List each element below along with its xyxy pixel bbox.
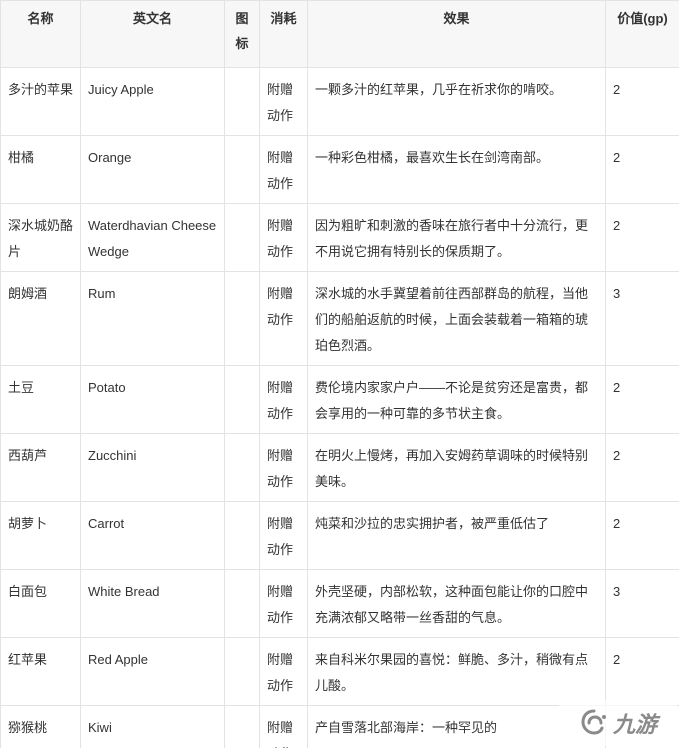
- cell-value: 3: [605, 271, 679, 366]
- site-watermark: 九游: [559, 700, 677, 746]
- table-row: 白面包 White Bread 附赠动作 外壳坚硬，内部松软，这种面包能让你的口…: [0, 569, 679, 638]
- cell-english: Kiwi: [80, 705, 225, 748]
- cell-cost: 附赠动作: [259, 271, 308, 366]
- header-cost: 消耗: [259, 0, 308, 68]
- cell-name: 胡萝卜: [0, 501, 81, 570]
- cell-english: Carrot: [80, 501, 225, 570]
- table-header-row: 名称 英文名 图标 消耗 效果 价值(gp): [0, 0, 679, 68]
- cell-name: 白面包: [0, 569, 81, 638]
- cell-english: Juicy Apple: [80, 67, 225, 136]
- table-row: 红苹果 Red Apple 附赠动作 来自科米尔果园的喜悦：鲜脆、多汁，稍微有点…: [0, 637, 679, 706]
- cell-name: 红苹果: [0, 637, 81, 706]
- cell-cost: 附赠动作: [259, 67, 308, 136]
- cell-value: 2: [605, 203, 679, 272]
- cell-effect: 在明火上慢烤，再加入安姆药草调味的时候特别美味。: [307, 433, 606, 502]
- cell-effect: 炖菜和沙拉的忠实拥护者，被严重低估了: [307, 501, 606, 570]
- cell-cost: 附赠动作: [259, 365, 308, 434]
- cell-name: 深水城奶酪片: [0, 203, 81, 272]
- cell-value: 2: [605, 433, 679, 502]
- cell-name: 猕猴桃: [0, 705, 81, 748]
- cell-cost: 附赠动作: [259, 705, 308, 748]
- cell-effect: 费伦境内家家户户——不论是贫穷还是富贵，都会享用的一种可靠的多节状主食。: [307, 365, 606, 434]
- cell-icon: [224, 135, 260, 204]
- table-row: 土豆 Potato 附赠动作 费伦境内家家户户——不论是贫穷还是富贵，都会享用的…: [0, 365, 679, 434]
- table-row: 西葫芦 Zucchini 附赠动作 在明火上慢烤，再加入安姆药草调味的时候特别美…: [0, 433, 679, 502]
- header-name: 名称: [0, 0, 81, 68]
- cell-cost: 附赠动作: [259, 569, 308, 638]
- table-row: 朗姆酒 Rum 附赠动作 深水城的水手冀望着前往西部群岛的航程，当他们的船舶返航…: [0, 271, 679, 366]
- cell-value: 2: [605, 501, 679, 570]
- item-table: 名称 英文名 图标 消耗 效果 价值(gp) 多汁的苹果 Juicy Apple…: [0, 0, 679, 748]
- table-row: 深水城奶酪片 Waterdhavian Cheese Wedge 附赠动作 因为…: [0, 203, 679, 272]
- header-icon: 图标: [224, 0, 260, 68]
- cell-icon: [224, 203, 260, 272]
- cell-effect: 深水城的水手冀望着前往西部群岛的航程，当他们的船舶返航的时候，上面会装载着一箱箱…: [307, 271, 606, 366]
- cell-cost: 附赠动作: [259, 203, 308, 272]
- cell-icon: [224, 569, 260, 638]
- cell-value: 3: [605, 569, 679, 638]
- cell-icon: [224, 705, 260, 748]
- cell-english: White Bread: [80, 569, 225, 638]
- cell-value: 2: [605, 365, 679, 434]
- cell-cost: 附赠动作: [259, 433, 308, 502]
- cell-value: 2: [605, 135, 679, 204]
- cell-icon: [224, 67, 260, 136]
- table-row: 柑橘 Orange 附赠动作 一种彩色柑橘，最喜欢生长在剑湾南部。 2: [0, 135, 679, 204]
- table-row: 多汁的苹果 Juicy Apple 附赠动作 一颗多汁的红苹果，几乎在祈求你的啃…: [0, 67, 679, 136]
- cell-effect: 因为粗旷和刺激的香味在旅行者中十分流行，更不用说它拥有特别长的保质期了。: [307, 203, 606, 272]
- cell-name: 土豆: [0, 365, 81, 434]
- cell-icon: [224, 637, 260, 706]
- cell-icon: [224, 433, 260, 502]
- watermark-text: 九游: [612, 713, 657, 738]
- cell-icon: [224, 271, 260, 366]
- cell-english: Orange: [80, 135, 225, 204]
- header-value: 价值(gp): [605, 0, 679, 68]
- cell-effect: 来自科米尔果园的喜悦：鲜脆、多汁，稍微有点儿酸。: [307, 637, 606, 706]
- table-row: 胡萝卜 Carrot 附赠动作 炖菜和沙拉的忠实拥护者，被严重低估了 2: [0, 501, 679, 570]
- cell-effect: 一种彩色柑橘，最喜欢生长在剑湾南部。: [307, 135, 606, 204]
- cell-effect: 外壳坚硬，内部松软，这种面包能让你的口腔中充满浓郁又略带一丝香甜的气息。: [307, 569, 606, 638]
- header-english: 英文名: [80, 0, 225, 68]
- header-effect: 效果: [307, 0, 606, 68]
- cell-name: 西葫芦: [0, 433, 81, 502]
- cell-cost: 附赠动作: [259, 501, 308, 570]
- cell-value: 2: [605, 67, 679, 136]
- cell-effect: 一颗多汁的红苹果，几乎在祈求你的啃咬。: [307, 67, 606, 136]
- cell-english: Rum: [80, 271, 225, 366]
- cell-icon: [224, 501, 260, 570]
- cell-name: 多汁的苹果: [0, 67, 81, 136]
- cell-cost: 附赠动作: [259, 637, 308, 706]
- cell-name: 朗姆酒: [0, 271, 81, 366]
- cell-english: Potato: [80, 365, 225, 434]
- cell-cost: 附赠动作: [259, 135, 308, 204]
- cell-value: 2: [605, 637, 679, 706]
- swirl-logo-icon: [579, 708, 609, 738]
- cell-icon: [224, 365, 260, 434]
- cell-name: 柑橘: [0, 135, 81, 204]
- page: 名称 英文名 图标 消耗 效果 价值(gp) 多汁的苹果 Juicy Apple…: [0, 0, 679, 748]
- cell-english: Red Apple: [80, 637, 225, 706]
- cell-english: Zucchini: [80, 433, 225, 502]
- cell-english: Waterdhavian Cheese Wedge: [80, 203, 225, 272]
